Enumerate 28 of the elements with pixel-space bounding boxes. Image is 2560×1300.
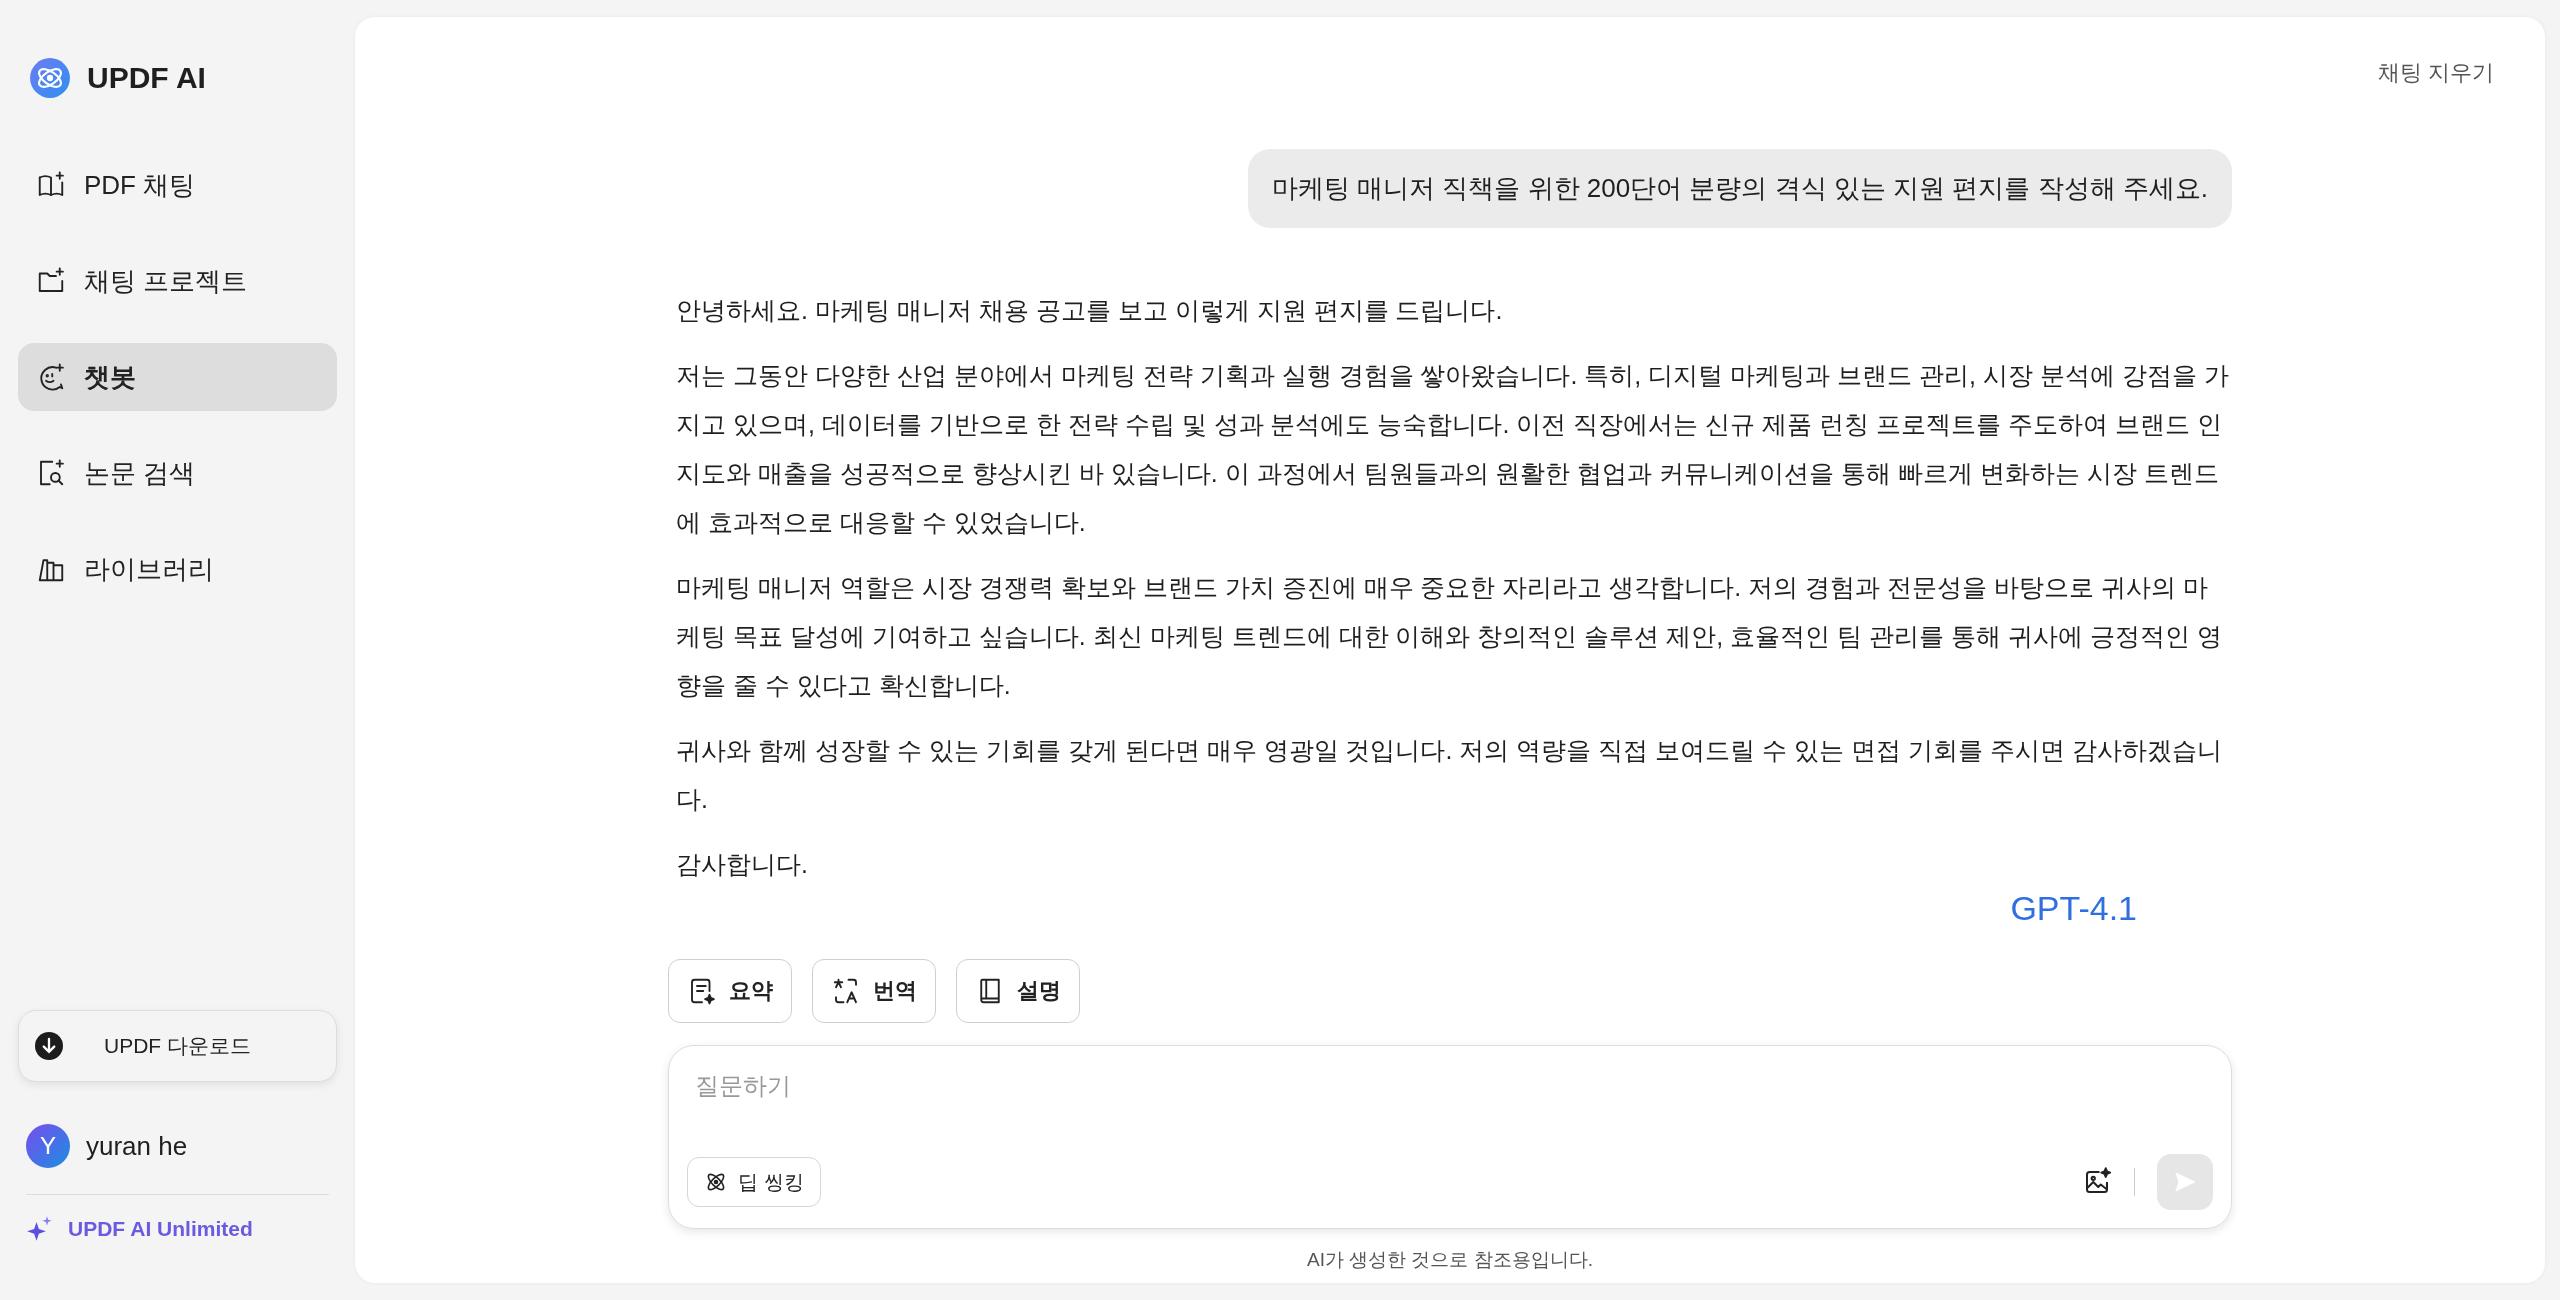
upgrade-link[interactable]: UPDF AI Unlimited: [68, 1217, 253, 1241]
user-message: 마케팅 매니저 직책을 위한 200단어 분량의 격식 있는 지원 편지를 작성해 주세요.: [1247, 149, 2232, 228]
action-button[interactable]: 요약: [668, 959, 792, 1023]
chat-input[interactable]: 질문하기 딥 씽킹: [668, 1045, 2232, 1229]
sidebar-item[interactable]: 채팅 프로젝트: [18, 247, 337, 315]
logo-text: UPDF AI: [87, 61, 206, 95]
download-button[interactable]: UPDF 다운로드: [18, 1010, 337, 1082]
user-avatar[interactable]: Y: [26, 1124, 70, 1168]
answer-paragraph: 마케팅 매니저 역할은 시장 경쟁력 확보와 브랜드 가치 증진에 매우 중요한 자리라고 생각합니다. 저의 경험과 전문성을 바탕으로 귀사의 마케팅 목표 달성에 기여하고 싶습니다. 최신 마케팅 트렌드에 대한 이해와 창의적인 솔루션 제안, 효율적인 팀 관리를 통해 귀사에 긍정적인 영향을 줄 수 있다고 확신합니다.: [676, 572, 2223, 701]
send-icon: [2172, 1169, 2198, 1195]
sidebar-item[interactable]: 라이브러리: [18, 535, 337, 603]
logo-icon: [29, 57, 71, 99]
user-name: yuran he: [86, 1130, 188, 1162]
action-button[interactable]: 설명: [956, 959, 1080, 1023]
model-label: GPT-4.1: [2010, 889, 2137, 928]
clear-chat-button[interactable]: 채팅 지우기: [2371, 57, 2500, 89]
answer-paragraph: 감사합니다.: [676, 849, 809, 880]
answer-paragraph: 귀사와 함께 성장할 수 있는 기회를 갖게 된다면 매우 영광일 것입니다. 저의 역량을 직접 보여드릴 수 있는 면접 기회를 주시면 감사하겠습니다.: [676, 735, 2223, 815]
disclaimer-text: AI가 생성한 것으로 참조용입니다.: [1305, 1248, 1595, 1272]
answer-paragraph: 저는 그동안 다양한 산업 분야에서 마케팅 전략 기획과 실행 경험을 쌓아왔습니다. 특히, 디지털 마케팅과 브랜드 관리, 시장 분석에 강점을 가지고 있으며, 데이터를 기반으로 한 전략 수립 및 성과 분석에도 능숙합니다. 이전 직장에서는 신규 제품 런칭 프로젝트를 주도하여 브랜드 인지도와 매출을 성공적으로 향상시킨 바 있습니다. 이 과정에서 팀원들과의 원활한 협업과 커뮤니케이션을 통해 빠르게 변화하는 시장 트렌드에 효과적으로 대응할 수 있었습니다.: [676, 360, 2230, 538]
sidebar-item[interactable]: 논문 검색: [18, 439, 337, 507]
sidebar-item[interactable]: PDF 채팅: [18, 151, 337, 219]
action-button[interactable]: 번역: [812, 959, 936, 1023]
download-icon: [35, 1032, 63, 1060]
deep-thinking-button[interactable]: 딥 씽킹: [687, 1157, 821, 1207]
sidebar-item[interactable]: 챗봇: [18, 343, 337, 411]
sparkle-icon: [26, 1215, 54, 1243]
answer-paragraph: 안녕하세요. 마케팅 매니저 채용 공고를 보고 이렇게 지원 편지를 드립니다.: [676, 295, 1504, 326]
